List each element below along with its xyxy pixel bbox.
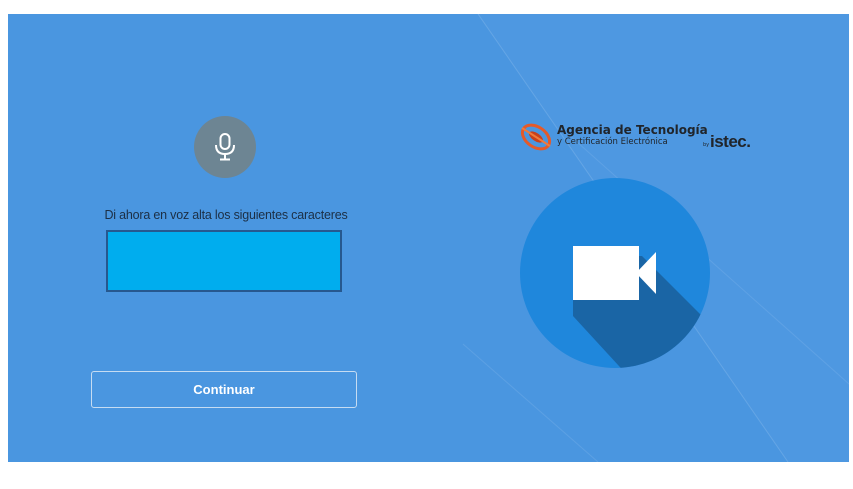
characters-display-box <box>106 230 342 292</box>
microphone-button[interactable] <box>194 116 256 178</box>
agency-title: Agencia de Tecnología <box>557 123 708 137</box>
voice-prompt-text: Di ahora en voz alta los siguientes cara… <box>104 208 348 222</box>
partner-brand: istec. <box>710 132 751 151</box>
agency-logo-icon <box>520 123 552 151</box>
agency-logo: Agencia de Tecnología y Certificación El… <box>520 120 770 156</box>
continue-button[interactable]: Continuar <box>91 371 357 408</box>
video-camera-icon <box>520 178 710 368</box>
microphone-icon <box>215 133 235 161</box>
verification-panel: Di ahora en voz alta los siguientes cara… <box>8 14 849 462</box>
agency-subtitle: y Certificación Electrónica <box>557 137 668 147</box>
logo-by-text: by <box>703 142 710 148</box>
